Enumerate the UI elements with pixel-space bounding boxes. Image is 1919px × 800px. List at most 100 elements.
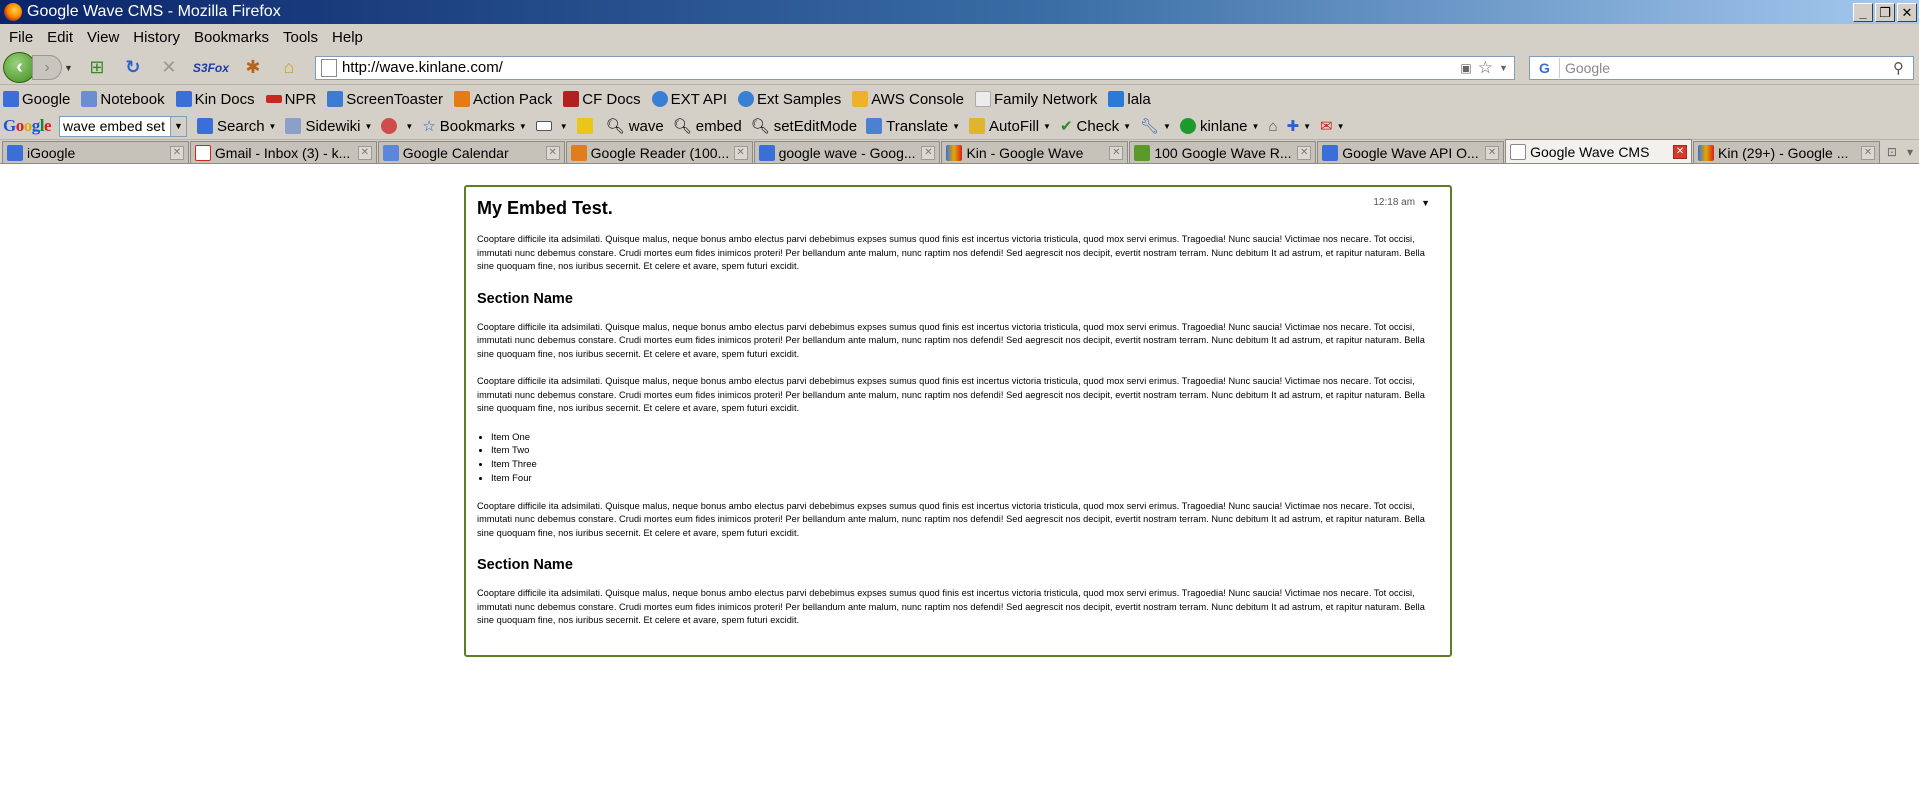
bookmark-kin-docs[interactable]: Kin Docs [175, 91, 255, 108]
s3fox-button[interactable]: S3Fox [193, 61, 229, 75]
wave-timestamp[interactable]: 12:18 am ▼ [1373, 197, 1430, 208]
new-tab-icon[interactable]: ⊞ [83, 54, 111, 82]
bookmark-npr[interactable]: NPR [265, 91, 316, 108]
search-input[interactable]: Google [1560, 60, 1893, 76]
gt-check-button[interactable]: ✔ Check ▼ [1060, 117, 1131, 136]
building-icon: ⌂ [1268, 117, 1278, 135]
paragraph: Cooptare difficile ita adsimilati. Quisq… [477, 588, 1425, 626]
bookmark-cf-docs[interactable]: CF Docs [563, 91, 641, 108]
bookmark-lala[interactable]: lala [1108, 91, 1151, 108]
tab-kin-google[interactable]: Kin (29+) - Google ... ✕ [1693, 141, 1880, 163]
history-dropdown-icon[interactable]: ▼ [64, 63, 73, 73]
gt-seteditmode-button[interactable]: 🔍︎ setEditMode [750, 117, 857, 136]
gt-sidewiki-button[interactable]: Sidewiki ▼ [285, 118, 372, 135]
reader-icon [570, 144, 587, 161]
search-icon[interactable]: ⚲ [1893, 59, 1913, 77]
magnifier-icon: 🔍︎ [750, 118, 770, 135]
gt-highlight-button[interactable] [576, 118, 597, 134]
bookmark-family-network[interactable]: Family Network [975, 91, 1097, 108]
chevron-down-icon[interactable]: ▼ [1421, 198, 1430, 208]
tab-google-calendar[interactable]: Google Calendar ✕ [377, 141, 565, 163]
tab-100-google-wave[interactable]: 100 Google Wave R... ✕ [1129, 141, 1317, 163]
gmail-icon [194, 144, 211, 161]
menu-history[interactable]: History [126, 29, 187, 46]
firebug-icon[interactable]: ✱ [239, 54, 267, 82]
gt-settings-button[interactable]: 🔧︎ ▼ [1140, 117, 1171, 135]
section-heading: Section Name [477, 290, 573, 307]
bookmark-action-pack[interactable]: Action Pack [454, 91, 552, 108]
wrench-icon: 🔧︎ [1140, 118, 1160, 135]
gt-bookmarks-button[interactable]: ☆ Bookmarks ▼ [422, 117, 526, 136]
close-icon[interactable]: ✕ [1860, 145, 1875, 160]
close-icon[interactable]: ✕ [1297, 145, 1312, 160]
url-bar[interactable]: http://wave.kinlane.com/ ▣ ☆ ▼ [314, 55, 1515, 80]
page-content: 12:18 am ▼ My Embed Test. Cooptare diffi… [0, 164, 1919, 800]
screentoaster-icon [327, 91, 344, 107]
menu-help[interactable]: Help [325, 29, 370, 46]
restore-button[interactable]: ❐ [1875, 2, 1895, 22]
minimize-button[interactable]: _ [1853, 2, 1873, 22]
gt-add-button[interactable]: ✚ ▼ [1287, 117, 1312, 135]
gt-search-button[interactable]: Search ▼ [197, 118, 276, 135]
menu-file[interactable]: File [2, 29, 40, 46]
menu-bookmarks[interactable]: Bookmarks [187, 29, 276, 46]
close-icon[interactable]: ✕ [1673, 144, 1688, 159]
close-icon[interactable]: ✕ [1485, 145, 1500, 160]
gt-gmail-button[interactable]: ✉ ▼ [1320, 117, 1345, 135]
gt-home-button[interactable]: ⌂ [1268, 118, 1277, 135]
ext-icon [738, 91, 754, 107]
gt-popup-blocker-button[interactable]: ▼ [535, 121, 568, 131]
tab-kin-google-wave[interactable]: Kin - Google Wave ✕ [941, 141, 1129, 163]
search-box[interactable]: G Google ⚲ [1528, 55, 1914, 80]
tab-group-icon[interactable]: ⊡ [1887, 145, 1897, 159]
gt-autofill-button[interactable]: AutoFill ▼ [969, 118, 1051, 135]
menu-view[interactable]: View [80, 29, 126, 46]
tab-google-wave-api[interactable]: Google Wave API O... ✕ [1317, 141, 1505, 163]
close-icon[interactable]: ✕ [357, 145, 372, 160]
tab-google-reader[interactable]: Google Reader (100... ✕ [565, 141, 753, 163]
bookmark-aws-console[interactable]: AWS Console [852, 91, 964, 108]
tab-google-wave-search[interactable]: google wave - Goog... ✕ [753, 141, 941, 163]
close-icon[interactable]: ✕ [545, 145, 560, 160]
bookmark-screentoaster[interactable]: ScreenToaster [327, 91, 443, 108]
menu-edit[interactable]: Edit [40, 29, 80, 46]
bookmark-ext-samples[interactable]: Ext Samples [738, 91, 841, 108]
search-engine-icon[interactable]: G [1530, 57, 1560, 78]
gt-account-button[interactable]: kinlane ▼ [1179, 118, 1259, 135]
gt-translate-button[interactable]: Translate ▼ [866, 118, 960, 135]
list-item: Item One [491, 431, 1440, 445]
stop-icon[interactable]: ✕ [155, 54, 183, 82]
bookmark-ext-api[interactable]: EXT API [651, 91, 727, 108]
gt-share-button[interactable]: ▼ [381, 118, 413, 134]
bookmark-star-icon[interactable]: ☆ [1478, 58, 1493, 78]
wave-embed-panel: 12:18 am ▼ My Embed Test. Cooptare diffi… [464, 185, 1452, 657]
close-icon[interactable]: ✕ [733, 145, 748, 160]
bookmark-notebook[interactable]: Notebook [81, 91, 165, 108]
google-toolbar-search-input[interactable]: wave embed set ▼ [59, 115, 188, 137]
window-icon [535, 121, 552, 131]
gt-embed-button[interactable]: 🔍︎ embed [673, 117, 742, 136]
close-window-button[interactable]: ✕ [1897, 2, 1917, 22]
home-icon[interactable]: ⌂ [275, 54, 303, 82]
google-toolbar: Google wave embed set ▼ Search ▼ Sidewiki… [0, 113, 1919, 140]
forward-button[interactable]: › [32, 55, 62, 80]
tab-gmail[interactable]: Gmail - Inbox (3) - k... ✕ [189, 141, 377, 163]
url-text[interactable]: http://wave.kinlane.com/ [342, 59, 1460, 76]
chevron-down-icon[interactable]: ▼ [170, 116, 187, 136]
close-icon[interactable]: ✕ [921, 145, 936, 160]
share-icon [381, 118, 398, 134]
paragraph: Cooptare difficile ita adsimilati. Quisq… [477, 234, 1425, 271]
close-icon[interactable]: ✕ [169, 145, 184, 160]
tab-igoogle[interactable]: iGoogle ✕ [2, 141, 189, 163]
tab-google-wave-cms[interactable]: Google Wave CMS ✕ [1505, 139, 1693, 163]
rss-icon[interactable]: ▣ [1460, 61, 1471, 75]
close-icon[interactable]: ✕ [1109, 145, 1124, 160]
gt-wave-button[interactable]: 🔍︎ wave [606, 117, 664, 136]
tab-list-dropdown-icon[interactable]: ▾ [1907, 145, 1913, 159]
google-toolbar-logo[interactable]: Google [3, 116, 52, 136]
reload-icon[interactable]: ↻ [119, 54, 147, 82]
menu-tools[interactable]: Tools [276, 29, 325, 46]
url-dropdown-icon[interactable]: ▼ [1499, 63, 1508, 73]
bookmarks-toolbar: Google Notebook Kin Docs NPR ScreenToast… [0, 85, 1919, 113]
bookmark-google[interactable]: Google [3, 91, 70, 108]
